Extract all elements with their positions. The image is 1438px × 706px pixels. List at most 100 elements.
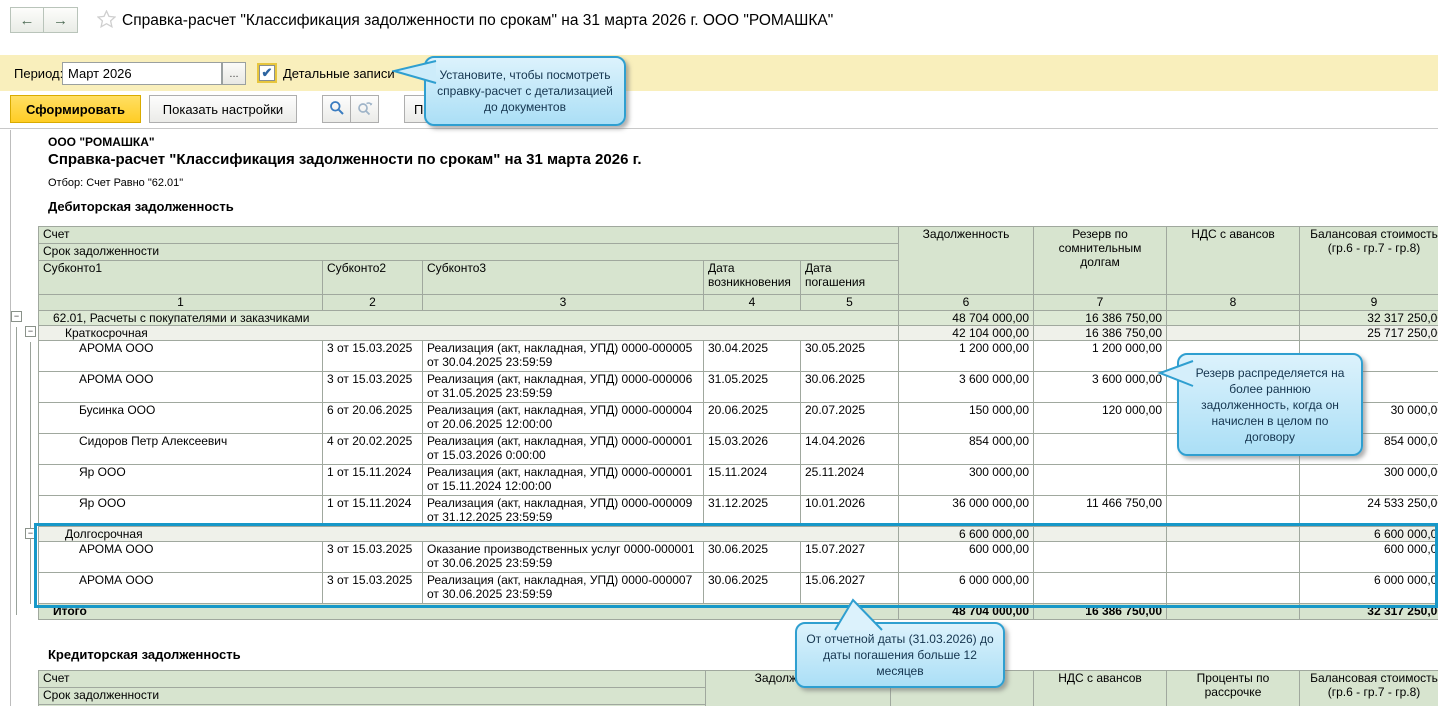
cell-subconto1[interactable]: АРОМА ООО	[39, 372, 323, 403]
cell-date-origin[interactable]: 30.06.2025	[704, 573, 801, 604]
cell-vat[interactable]	[1167, 496, 1300, 527]
search-button[interactable]	[322, 95, 351, 123]
cell-reserve[interactable]: 1 200 000,00	[1034, 341, 1167, 372]
collapse-account-button[interactable]: −	[11, 311, 22, 322]
cell-group-label[interactable]: Итого	[39, 604, 899, 620]
cell-debt[interactable]: 600 000,00	[899, 542, 1034, 573]
cell-subconto2[interactable]: 4 от 20.02.2025	[323, 434, 423, 465]
cell-subconto3[interactable]: Реализация (акт, накладная, УПД) 0000-00…	[423, 372, 704, 403]
cell-vat[interactable]	[1167, 311, 1300, 326]
cell-subconto3[interactable]: Реализация (акт, накладная, УПД) 0000-00…	[423, 496, 704, 527]
cell-date-origin[interactable]: 20.06.2025	[704, 403, 801, 434]
cell-subconto1[interactable]: АРОМА ООО	[39, 341, 323, 372]
cell-balance[interactable]: 32 317 250,00	[1300, 604, 1438, 620]
cell-date-due[interactable]: 15.07.2027	[801, 542, 899, 573]
cell-balance[interactable]: 24 533 250,00	[1300, 496, 1438, 527]
cell-balance[interactable]: 600 000,00	[1300, 542, 1438, 573]
column-number: 3	[423, 295, 704, 311]
forward-button[interactable]: →	[44, 7, 78, 33]
detail-records-checkbox[interactable]: ✔	[259, 65, 275, 81]
cell-vat[interactable]	[1167, 527, 1300, 542]
cell-group-label[interactable]: 62.01, Расчеты с покупателями и заказчик…	[39, 311, 899, 326]
cell-debt[interactable]: 48 704 000,00	[899, 604, 1034, 620]
cell-balance[interactable]: 300 000,00	[1300, 465, 1438, 496]
cell-subconto1[interactable]: АРОМА ООО	[39, 542, 323, 573]
cell-subconto3[interactable]: Оказание производственных услуг 0000-000…	[423, 542, 704, 573]
cell-debt[interactable]: 3 600 000,00	[899, 372, 1034, 403]
cell-subconto2[interactable]: 6 от 20.06.2025	[323, 403, 423, 434]
cell-vat[interactable]	[1167, 542, 1300, 573]
cell-reserve[interactable]	[1034, 573, 1167, 604]
cell-date-origin[interactable]: 15.11.2024	[704, 465, 801, 496]
cell-subconto3[interactable]: Реализация (акт, накладная, УПД) 0000-00…	[423, 434, 704, 465]
cell-vat[interactable]	[1167, 604, 1300, 620]
cell-subconto3[interactable]: Реализация (акт, накладная, УПД) 0000-00…	[423, 573, 704, 604]
generate-button[interactable]: Сформировать	[10, 95, 141, 123]
cell-reserve[interactable]: 11 466 750,00	[1034, 496, 1167, 527]
cell-debt[interactable]: 300 000,00	[899, 465, 1034, 496]
cell-reserve[interactable]	[1034, 527, 1167, 542]
cell-subconto1[interactable]: Бусинка ООО	[39, 403, 323, 434]
cell-date-due[interactable]: 30.06.2025	[801, 372, 899, 403]
cell-subconto3[interactable]: Реализация (акт, накладная, УПД) 0000-00…	[423, 403, 704, 434]
cell-reserve[interactable]: 16 386 750,00	[1034, 326, 1167, 341]
cell-date-due[interactable]: 20.07.2025	[801, 403, 899, 434]
cell-vat[interactable]	[1167, 326, 1300, 341]
cell-date-origin[interactable]: 30.04.2025	[704, 341, 801, 372]
cell-subconto1[interactable]: Сидоров Петр Алексеевич	[39, 434, 323, 465]
cell-subconto3[interactable]: Реализация (акт, накладная, УПД) 0000-00…	[423, 465, 704, 496]
cell-subconto2[interactable]: 3 от 15.03.2025	[323, 341, 423, 372]
search-next-button[interactable]	[350, 95, 379, 123]
cell-balance[interactable]: 6 000 000,00	[1300, 573, 1438, 604]
cell-reserve[interactable]	[1034, 542, 1167, 573]
cell-date-origin[interactable]: 31.05.2025	[704, 372, 801, 403]
show-settings-button[interactable]: Показать настройки	[149, 95, 297, 123]
period-input[interactable]	[62, 62, 222, 85]
cell-date-origin[interactable]: 30.06.2025	[704, 542, 801, 573]
favorite-star-icon[interactable]	[97, 10, 116, 33]
cell-subconto1[interactable]: АРОМА ООО	[39, 573, 323, 604]
cell-debt[interactable]: 48 704 000,00	[899, 311, 1034, 326]
cell-reserve[interactable]: 3 600 000,00	[1034, 372, 1167, 403]
cell-subconto1[interactable]: Яр ООО	[39, 496, 323, 527]
cell-date-due[interactable]: 30.05.2025	[801, 341, 899, 372]
cell-subconto1[interactable]: Яр ООО	[39, 465, 323, 496]
cell-reserve[interactable]	[1034, 465, 1167, 496]
cell-subconto2[interactable]: 1 от 15.11.2024	[323, 496, 423, 527]
cell-subconto2[interactable]: 3 от 15.03.2025	[323, 372, 423, 403]
cell-group-label[interactable]: Краткосрочная	[39, 326, 899, 341]
cell-date-origin[interactable]: 15.03.2026	[704, 434, 801, 465]
cell-subconto2[interactable]: 3 от 15.03.2025	[323, 542, 423, 573]
header-date-origin: Дата возникновения	[704, 261, 801, 295]
cell-debt[interactable]: 6 000 000,00	[899, 573, 1034, 604]
cell-date-due[interactable]: 10.01.2026	[801, 496, 899, 527]
cell-reserve[interactable]: 16 386 750,00	[1034, 604, 1167, 620]
period-picker-button[interactable]: ...	[222, 62, 246, 85]
cell-reserve[interactable]	[1034, 434, 1167, 465]
header2-account: Счет	[39, 671, 706, 688]
collapse-longterm-button[interactable]: −	[25, 528, 36, 539]
cell-debt[interactable]: 854 000,00	[899, 434, 1034, 465]
cell-debt[interactable]: 1 200 000,00	[899, 341, 1034, 372]
cell-subconto2[interactable]: 3 от 15.03.2025	[323, 573, 423, 604]
cell-date-due[interactable]: 14.04.2026	[801, 434, 899, 465]
cell-debt[interactable]: 6 600 000,00	[899, 527, 1034, 542]
cell-balance[interactable]: 6 600 000,00	[1300, 527, 1438, 542]
cell-debt[interactable]: 150 000,00	[899, 403, 1034, 434]
cell-balance[interactable]: 32 317 250,00	[1300, 311, 1438, 326]
back-button[interactable]: ←	[10, 7, 44, 33]
cell-date-due[interactable]: 25.11.2024	[801, 465, 899, 496]
collapse-shortterm-button[interactable]: −	[25, 326, 36, 337]
header2-interest: Проценты по рассрочке	[1167, 671, 1300, 706]
cell-date-origin[interactable]: 31.12.2025	[704, 496, 801, 527]
cell-debt[interactable]: 42 104 000,00	[899, 326, 1034, 341]
cell-balance[interactable]: 25 717 250,00	[1300, 326, 1438, 341]
cell-vat[interactable]	[1167, 465, 1300, 496]
cell-group-label[interactable]: Долгосрочная	[39, 527, 899, 542]
cell-debt[interactable]: 36 000 000,00	[899, 496, 1034, 527]
cell-vat[interactable]	[1167, 573, 1300, 604]
cell-subconto2[interactable]: 1 от 15.11.2024	[323, 465, 423, 496]
cell-subconto3[interactable]: Реализация (акт, накладная, УПД) 0000-00…	[423, 341, 704, 372]
cell-reserve[interactable]: 120 000,00	[1034, 403, 1167, 434]
cell-reserve[interactable]: 16 386 750,00	[1034, 311, 1167, 326]
